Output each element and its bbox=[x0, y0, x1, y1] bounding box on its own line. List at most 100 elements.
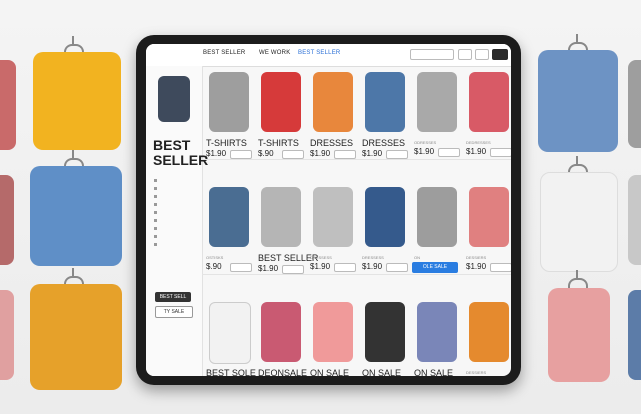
product-price: $1.90 bbox=[362, 149, 383, 158]
product-image[interactable] bbox=[365, 187, 405, 247]
product-image[interactable] bbox=[469, 187, 509, 247]
sidebar-item[interactable] bbox=[154, 186, 159, 191]
edge-garment bbox=[0, 290, 14, 380]
product-image[interactable] bbox=[417, 72, 457, 132]
product-image[interactable] bbox=[261, 72, 301, 132]
add-to-cart-button[interactable] bbox=[334, 263, 356, 272]
product-image[interactable] bbox=[469, 302, 509, 362]
product-small-label: ON bbox=[414, 255, 420, 260]
shop-screen: BEST SELLER WE WORK BEST SELLER BEST SEL… bbox=[146, 44, 511, 376]
product-price: $1.90 bbox=[466, 147, 487, 156]
product-label: ON SALE bbox=[414, 368, 454, 376]
product-image[interactable] bbox=[209, 72, 249, 132]
hook bbox=[576, 34, 578, 42]
product-small-label: DESSIERS bbox=[466, 370, 487, 375]
product-image[interactable] bbox=[365, 302, 405, 362]
add-to-cart-button[interactable] bbox=[230, 150, 252, 159]
denim-jacket bbox=[538, 50, 618, 152]
product-price: $1.90 bbox=[362, 262, 383, 271]
hook bbox=[72, 36, 74, 44]
product-label: DRESSES bbox=[310, 138, 354, 148]
search-input[interactable] bbox=[410, 49, 454, 60]
edge-garment bbox=[628, 290, 641, 380]
product-image[interactable] bbox=[417, 187, 457, 247]
nav-best-seller-active[interactable]: BEST SELLER bbox=[298, 50, 340, 56]
add-to-cart-button[interactable] bbox=[438, 148, 460, 157]
product-small-label: DRESSESS bbox=[362, 255, 384, 260]
tablet-device: BEST SELLER WE WORK BEST SELLER BEST SEL… bbox=[136, 35, 521, 385]
product-image[interactable] bbox=[209, 187, 249, 247]
sidebar-item[interactable] bbox=[154, 202, 159, 207]
edge-garment bbox=[0, 175, 14, 265]
toolbar-button[interactable] bbox=[458, 49, 472, 60]
sidebar-item[interactable] bbox=[154, 242, 159, 247]
product-price: $.90 bbox=[206, 262, 222, 271]
add-to-cart-button[interactable] bbox=[386, 150, 408, 159]
product-small-label: ODRESSES bbox=[414, 140, 437, 145]
product-price: $1.90 bbox=[414, 147, 435, 156]
cardigan bbox=[30, 284, 122, 390]
white-sweater bbox=[540, 172, 618, 272]
sidebar-item[interactable] bbox=[154, 210, 159, 215]
sidebar-item[interactable] bbox=[154, 178, 159, 183]
add-to-cart-button[interactable] bbox=[386, 263, 408, 272]
add-to-cart-button[interactable] bbox=[282, 265, 304, 274]
sale-badge-button[interactable]: OLE SALE bbox=[412, 262, 458, 273]
product-image[interactable] bbox=[313, 72, 353, 132]
row-divider bbox=[202, 159, 511, 160]
product-image[interactable] bbox=[417, 302, 457, 362]
product-small-label: DESSIERS bbox=[466, 255, 487, 260]
product-label: BEST SOLE bbox=[206, 368, 256, 376]
sidebar-item[interactable] bbox=[154, 218, 159, 223]
product-label: DEONSALE bbox=[258, 368, 308, 376]
sidebar-item[interactable] bbox=[154, 226, 159, 231]
product-price: $1.90 bbox=[466, 262, 487, 271]
toolbar-button-dark[interactable] bbox=[492, 49, 508, 60]
edge-garment bbox=[628, 60, 641, 148]
product-image[interactable] bbox=[313, 302, 353, 362]
product-image[interactable] bbox=[261, 302, 301, 362]
edge-garment bbox=[628, 175, 641, 265]
product-label: ON SALE bbox=[310, 368, 350, 376]
add-to-cart-button[interactable] bbox=[230, 263, 252, 272]
product-small-label: DEDRESSES bbox=[466, 140, 491, 145]
nav-best-seller[interactable]: BEST SELLER bbox=[203, 50, 245, 56]
product-image[interactable] bbox=[365, 72, 405, 132]
add-to-cart-button[interactable] bbox=[282, 150, 304, 159]
edge-garment bbox=[0, 60, 16, 150]
sidebar-item[interactable] bbox=[154, 194, 159, 199]
top-navigation-bar: BEST SELLER WE WORK BEST SELLER bbox=[146, 44, 511, 67]
product-label: T-SHIRTS bbox=[206, 138, 247, 148]
sidebar-item[interactable] bbox=[154, 234, 159, 239]
product-image[interactable] bbox=[209, 302, 251, 364]
product-small-label: DRESSESS bbox=[310, 255, 332, 260]
hook bbox=[72, 268, 74, 276]
toolbar-button[interactable] bbox=[475, 49, 489, 60]
pink-knit bbox=[548, 288, 610, 382]
product-price: $1.90 bbox=[310, 262, 331, 271]
product-price: $1.90 bbox=[310, 149, 331, 158]
product-label: DRESSES bbox=[362, 138, 406, 148]
product-price: $1.90 bbox=[258, 264, 279, 273]
nav-we-work[interactable]: WE WORK bbox=[259, 50, 290, 56]
add-to-cart-button[interactable] bbox=[490, 148, 511, 157]
product-price: $1.90 bbox=[206, 149, 227, 158]
product-label: T-SHIRTS bbox=[258, 138, 299, 148]
product-image[interactable] bbox=[261, 187, 301, 247]
sale-button[interactable]: TY SALE bbox=[155, 306, 193, 318]
product-label: ON SALE bbox=[362, 368, 402, 376]
hook bbox=[72, 150, 74, 158]
category-sidebar: BEST SELLER BEST SELL TY SALE bbox=[146, 66, 208, 376]
blue-hoodie bbox=[30, 166, 122, 266]
add-to-cart-button[interactable] bbox=[334, 150, 356, 159]
row-divider bbox=[202, 274, 511, 275]
add-to-cart-button[interactable] bbox=[490, 263, 511, 272]
product-price: $.90 bbox=[258, 149, 274, 158]
yellow-hoodie bbox=[33, 52, 121, 150]
product-image[interactable] bbox=[313, 187, 353, 247]
product-image[interactable] bbox=[469, 72, 509, 132]
product-small-label: OSTISKS bbox=[206, 255, 224, 260]
hook bbox=[576, 270, 578, 278]
vest-product-image[interactable] bbox=[158, 76, 190, 122]
best-sell-button[interactable]: BEST SELL bbox=[155, 292, 191, 302]
